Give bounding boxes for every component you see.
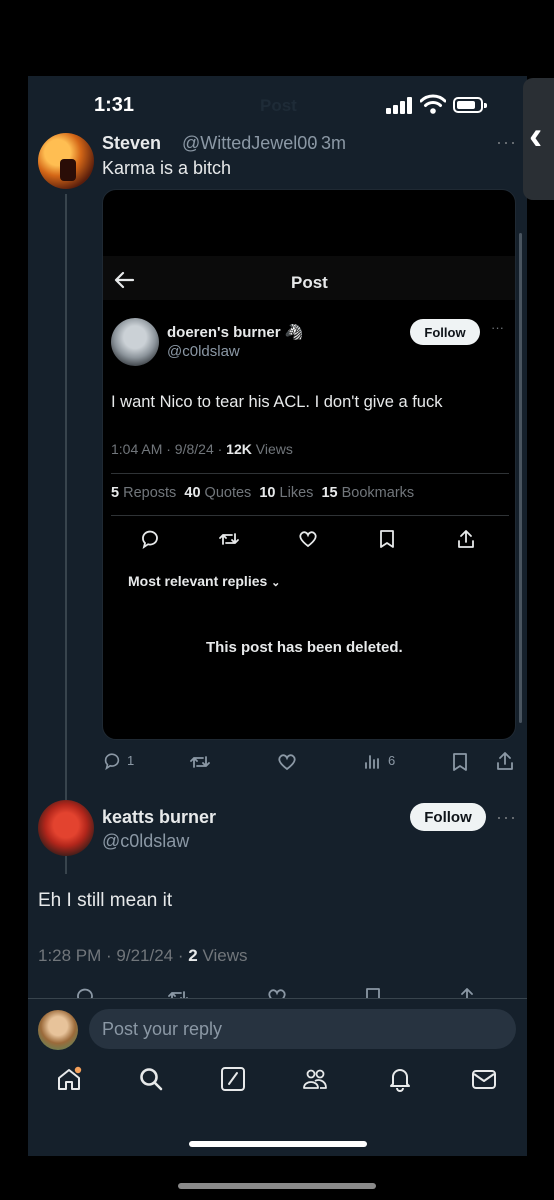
reply-icon[interactable] xyxy=(74,986,96,998)
deleted-notice: This post has been deleted. xyxy=(206,639,403,656)
divider xyxy=(111,515,509,516)
replies-filter-label: Most relevant replies xyxy=(128,573,268,589)
follow-button[interactable]: Follow xyxy=(410,803,486,831)
reply-count: 1 xyxy=(127,753,135,768)
reply-author-name[interactable]: keatts burner xyxy=(102,807,216,828)
author-handle[interactable]: @WittedJewel00 xyxy=(182,133,317,154)
outer-home-indicator xyxy=(178,1183,376,1189)
bottom-nav xyxy=(28,1066,527,1106)
my-avatar[interactable] xyxy=(38,1010,78,1050)
divider xyxy=(111,473,509,474)
communities-icon[interactable] xyxy=(302,1066,328,1092)
search-icon[interactable] xyxy=(138,1066,164,1092)
reply-author-handle[interactable]: @c0ldslaw xyxy=(102,831,189,852)
view-count: 6 xyxy=(388,753,396,768)
repost-icon[interactable] xyxy=(167,986,189,998)
avatar-keatts-burner[interactable] xyxy=(38,800,94,856)
embedded-page-title: Post xyxy=(291,273,328,292)
home-indicator xyxy=(189,1141,367,1147)
thread-line xyxy=(65,194,67,874)
notifications-icon[interactable] xyxy=(387,1066,413,1092)
embedded-action-row xyxy=(139,528,474,550)
embedded-more-icon: ··· xyxy=(491,320,504,335)
share-icon[interactable] xyxy=(456,986,478,998)
bookmark-icon[interactable] xyxy=(362,986,384,998)
back-arrow-icon xyxy=(114,271,135,289)
embedded-post-text: I want Nico to tear his ACL. I don't giv… xyxy=(111,393,443,411)
post-text: Karma is a bitch xyxy=(102,158,232,178)
embedded-screenshot[interactable]: Post doeren's burner 🦓 @c0ldslaw Follow … xyxy=(102,189,516,740)
reposts-count: 5 xyxy=(111,485,120,501)
reply-date: 1:28 PM · 9/21/24 · xyxy=(38,946,189,965)
embedded-views-count: 12K xyxy=(226,441,252,457)
embedded-author-name: doeren's burner 🦓 xyxy=(167,324,304,341)
avatar-doerens-burner xyxy=(111,318,159,366)
more-icon[interactable]: ··· xyxy=(496,807,517,828)
notification-dot xyxy=(74,1066,82,1074)
bookmarks-label: Bookmarks xyxy=(341,485,415,501)
embedded-post-meta: 1:04 AM · 9/8/24 · 12K Views xyxy=(111,441,293,457)
reply-meta: 1:28 PM · 9/21/24 · 2 Views xyxy=(38,946,247,966)
reply-icon xyxy=(139,528,161,550)
avatar-steven[interactable] xyxy=(38,133,94,189)
post-age: · 3m xyxy=(310,133,346,153)
reply-icon[interactable] xyxy=(102,751,122,771)
signal-icon xyxy=(386,96,414,114)
bookmark-icon xyxy=(376,528,398,550)
repost-icon xyxy=(218,528,240,550)
reposts-label: Reposts xyxy=(123,485,177,501)
wifi-icon xyxy=(420,94,446,114)
chevron-down-icon: ⌄ xyxy=(271,577,281,589)
embedded-follow-button: Follow xyxy=(410,319,480,345)
repost-icon[interactable] xyxy=(189,751,211,773)
status-time: 1:31 xyxy=(94,94,135,116)
like-icon xyxy=(297,528,319,550)
home-icon[interactable] xyxy=(56,1066,82,1092)
share-icon xyxy=(455,528,477,550)
embedded-views-label: Views xyxy=(251,441,293,457)
quotes-count: 40 xyxy=(184,485,201,501)
embedded-meta-date: 1:04 AM · 9/8/24 · xyxy=(111,441,227,457)
scrollbar[interactable] xyxy=(519,233,522,723)
embedded-author-handle: @c0ldslaw xyxy=(167,343,240,360)
embedded-stats: 5 Reposts 40 Quotes 10 Likes 15 Bookmark… xyxy=(111,485,414,501)
compose-icon[interactable] xyxy=(220,1066,246,1092)
author-name[interactable]: Steven xyxy=(102,133,161,154)
chevron-left-icon: ‹ xyxy=(529,114,543,158)
phone-screen: 1:31 Post Steven @WittedJewel00 · 3m ···… xyxy=(28,76,527,1156)
quotes-label: Quotes xyxy=(204,485,252,501)
likes-count: 10 xyxy=(259,485,276,501)
faded-page-title: Post xyxy=(260,96,297,115)
reply-action-row xyxy=(28,984,527,998)
more-icon[interactable]: ··· xyxy=(496,132,517,153)
reply-input[interactable]: Post your reply xyxy=(89,1009,516,1049)
messages-icon[interactable] xyxy=(471,1066,497,1092)
bookmarks-count: 15 xyxy=(321,485,338,501)
analytics-icon[interactable] xyxy=(364,752,382,770)
like-icon[interactable] xyxy=(266,986,288,998)
share-icon[interactable] xyxy=(494,750,516,772)
side-collapse-tab[interactable]: ‹ xyxy=(523,78,554,200)
likes-label: Likes xyxy=(279,485,314,501)
reply-views-count: 2 xyxy=(188,946,198,965)
reply-text: Eh I still mean it xyxy=(38,890,173,911)
like-icon[interactable] xyxy=(276,751,298,773)
battery-icon xyxy=(453,97,487,113)
status-bar: 1:31 Post xyxy=(28,76,527,128)
reply-views-label: Views xyxy=(197,946,248,965)
replies-filter: Most relevant replies ⌄ xyxy=(128,573,280,589)
bookmark-icon[interactable] xyxy=(449,751,471,773)
